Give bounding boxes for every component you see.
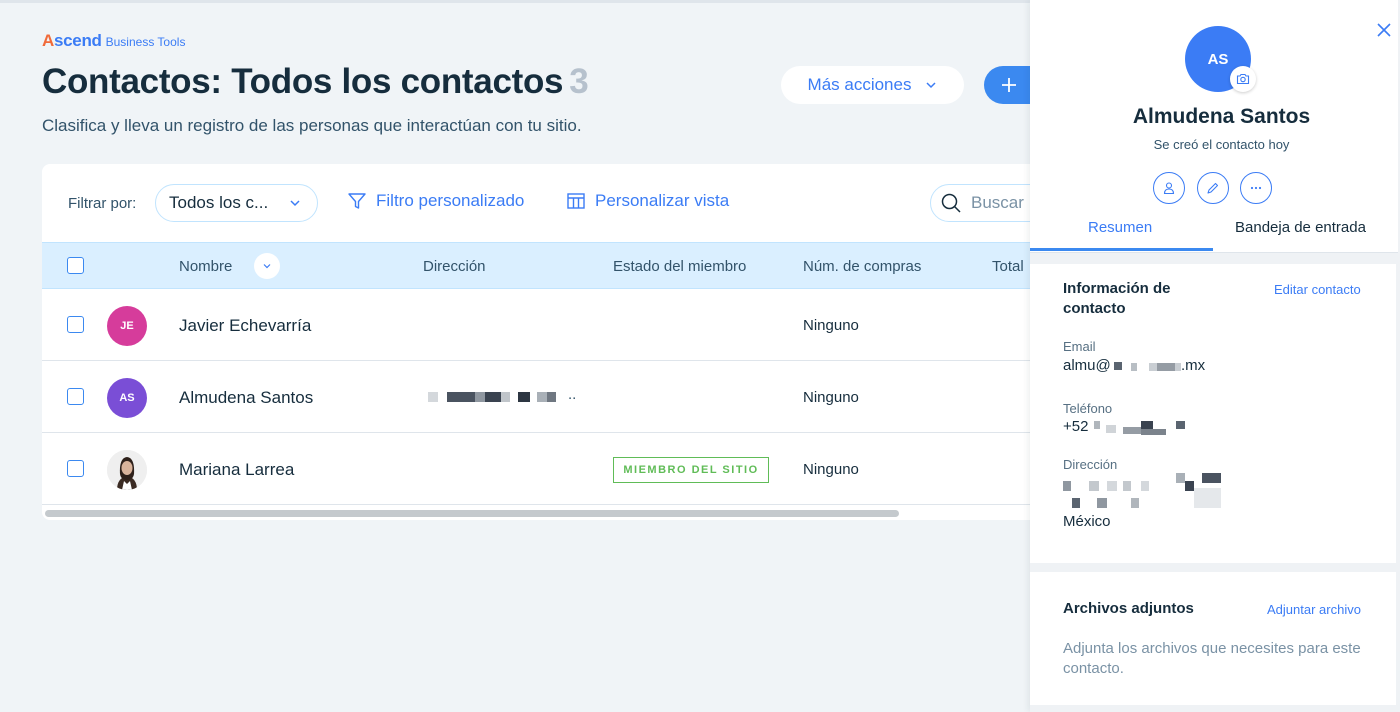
page-subtitle: Clasifica y lleva un registro de las per…: [42, 116, 582, 135]
tab-inbox[interactable]: Bandeja de entrada: [1235, 219, 1366, 236]
edit-contact-link[interactable]: Editar contacto: [1274, 282, 1361, 297]
table-row[interactable]: Mariana Larrea MIEMBRO DEL SITIO Ninguno: [42, 433, 1032, 505]
filter-dropdown-value: Todos los c...: [169, 193, 269, 212]
person-icon: [1163, 182, 1175, 195]
camera-icon: [1236, 73, 1250, 85]
email-suffix: .mx: [1181, 357, 1206, 374]
contacts-table-card: Filtrar por: Todos los c... Filtro perso…: [42, 164, 1032, 520]
contact-side-panel: AS Almudena Santos Se creó el contacto h…: [1030, 0, 1400, 712]
contact-info-title: Información de contacto: [1063, 280, 1171, 317]
contact-info-section: Información de contacto Editar contacto …: [1030, 264, 1396, 563]
contact-created-text: Se creó el contacto hoy: [1153, 137, 1290, 152]
attachments-section: Archivos adjuntos Adjuntar archivo Adjun…: [1030, 572, 1396, 705]
phone-value[interactable]: +52: [1063, 418, 1263, 438]
attachments-title: Archivos adjuntos: [1063, 600, 1194, 617]
funnel-icon: [348, 193, 366, 209]
phone-label: Teléfono: [1063, 401, 1113, 416]
attach-file-link[interactable]: Adjuntar archivo: [1267, 602, 1361, 617]
chevron-down-icon: [926, 82, 936, 89]
table-columns-icon: [567, 193, 585, 209]
page-title: Contactos: Todos los contactos 3: [42, 62, 589, 102]
column-header-name[interactable]: Nombre: [179, 258, 232, 275]
more-actions-button[interactable]: Más acciones: [781, 66, 964, 104]
table-row[interactable]: JE Javier Echevarría Ninguno: [42, 289, 1032, 361]
email-value[interactable]: almu@ .mx: [1063, 357, 1263, 377]
more-dots-icon: [1250, 186, 1262, 190]
contact-name[interactable]: Mariana Larrea: [179, 460, 294, 480]
row-checkbox[interactable]: [67, 316, 84, 333]
purchases-count: Ninguno: [803, 389, 859, 406]
sort-button[interactable]: [254, 253, 280, 279]
more-actions-label: Más acciones: [807, 75, 912, 94]
brand-name: Ascend: [42, 31, 102, 51]
table-toolbar: Filtrar por: Todos los c... Filtro perso…: [42, 164, 1032, 242]
filter-label: Filtrar por:: [68, 195, 137, 212]
column-header-member-status[interactable]: Estado del miembro: [613, 258, 746, 275]
plus-icon: [1002, 78, 1016, 92]
column-header-address[interactable]: Dirección: [423, 258, 486, 275]
search-box[interactable]: [930, 184, 1032, 222]
contact-panel-header: AS Almudena Santos Se creó el contacto h…: [1030, 0, 1398, 253]
brand-name-initial: A: [42, 31, 54, 50]
change-photo-button[interactable]: [1230, 66, 1256, 92]
page-title-text: Contactos: Todos los contactos: [42, 62, 564, 101]
search-icon: [941, 193, 961, 213]
close-icon[interactable]: [1374, 20, 1394, 40]
purchases-count: Ninguno: [803, 461, 859, 478]
table-header: Nombre Dirección Estado del miembro Núm.…: [42, 242, 1032, 289]
tab-summary[interactable]: Resumen: [1088, 219, 1152, 236]
column-header-total[interactable]: Total: [992, 258, 1024, 275]
customize-view-button[interactable]: Personalizar vista: [566, 191, 729, 211]
contact-name[interactable]: Almudena Santos: [179, 388, 313, 408]
attachments-description: Adjunta los archivos que necesites para …: [1063, 640, 1361, 677]
filter-dropdown[interactable]: Todos los c...: [155, 184, 318, 222]
email-prefix: almu@: [1063, 357, 1111, 374]
contact-count: 3: [569, 62, 589, 101]
profile-photo: [107, 450, 147, 490]
contact-profile-button[interactable]: [1153, 172, 1185, 204]
chevron-down-icon: [290, 200, 300, 207]
avatar: AS: [107, 378, 147, 418]
address-country: México: [1063, 513, 1111, 530]
select-all-checkbox[interactable]: [67, 257, 84, 274]
address-label: Dirección: [1063, 457, 1118, 472]
member-status-badge: MIEMBRO DEL SITIO: [613, 457, 769, 483]
address-suffix: ..: [568, 386, 577, 403]
email-label: Email: [1063, 339, 1096, 354]
contact-name-heading: Almudena Santos: [1132, 105, 1311, 128]
avatar: JE: [107, 306, 147, 346]
horizontal-scrollbar[interactable]: [42, 506, 1032, 520]
chevron-down-icon: [263, 264, 271, 269]
column-header-purchases[interactable]: Núm. de compras: [803, 258, 921, 275]
customize-view-label: Personalizar vista: [595, 191, 730, 210]
brand-name-rest: scend: [53, 31, 102, 50]
avatar: [107, 450, 147, 490]
active-tab-indicator: [1030, 248, 1213, 251]
contact-name[interactable]: Javier Echevarría: [179, 316, 311, 336]
phone-prefix: +52: [1063, 418, 1089, 435]
edit-contact-icon-button[interactable]: [1197, 172, 1229, 204]
scrollbar-thumb[interactable]: [45, 510, 899, 517]
row-checkbox[interactable]: [67, 388, 84, 405]
more-options-button[interactable]: [1240, 172, 1272, 204]
custom-filter-label: Filtro personalizado: [376, 191, 525, 210]
search-input[interactable]: [971, 193, 1032, 213]
custom-filter-button[interactable]: Filtro personalizado: [347, 191, 524, 211]
purchases-count: Ninguno: [803, 317, 859, 334]
table-row[interactable]: AS Almudena Santos .. Ninguno: [42, 361, 1032, 433]
pencil-icon: [1207, 182, 1219, 194]
row-checkbox[interactable]: [67, 460, 84, 477]
brand-logo[interactable]: Ascend Business Tools: [42, 31, 185, 51]
brand-subtitle: Business Tools: [105, 35, 186, 49]
